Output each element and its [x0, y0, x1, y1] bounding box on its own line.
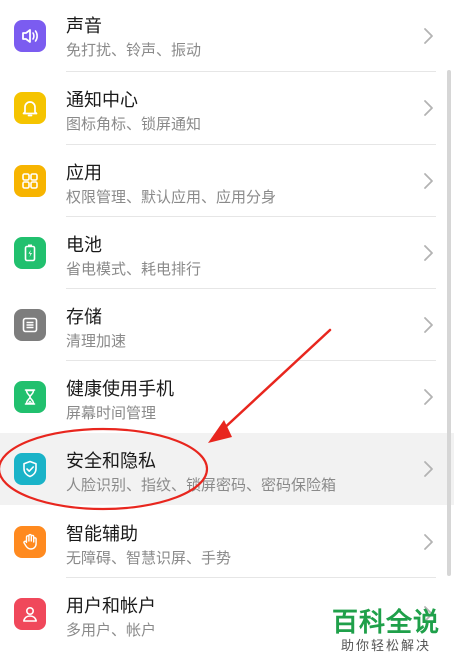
- accessibility-subtitle: 无障碍、智慧识屏、手势: [66, 549, 232, 567]
- watermark-title: 百科全说: [331, 608, 440, 638]
- storage-icon: [14, 309, 46, 341]
- battery-title: 电池: [66, 235, 102, 256]
- notifications-subtitle: 图标角标、锁屏通知: [66, 115, 202, 133]
- accounts-title: 用户和帐户: [66, 596, 156, 617]
- sound-title: 声音: [66, 16, 102, 37]
- notifications-title: 通知中心: [66, 90, 138, 111]
- apps-subtitle: 权限管理、默认应用、应用分身: [66, 188, 277, 206]
- digital-balance-subtitle: 屏幕时间管理: [66, 404, 157, 422]
- watermark: 百科全说 助你轻松解决: [332, 608, 440, 656]
- sound-icon: [14, 20, 46, 52]
- security-subtitle: 人脸识别、指纹、锁屏密码、密码保险箱: [66, 476, 337, 494]
- accounts-subtitle: 多用户、帐户: [66, 621, 157, 639]
- digital-balance-title: 健康使用手机: [66, 379, 174, 400]
- chevron-right-icon: [424, 100, 433, 116]
- sound-subtitle: 免打扰、铃声、振动: [66, 41, 202, 59]
- battery-subtitle: 省电模式、耗电排行: [66, 260, 202, 278]
- storage-title: 存储: [66, 307, 102, 328]
- chevron-right-icon: [424, 245, 433, 261]
- settings-item-notifications[interactable]: 通知中心 图标角标、锁屏通知: [0, 72, 454, 144]
- security-title: 安全和隐私: [66, 451, 156, 472]
- chevron-right-icon: [424, 173, 433, 189]
- chevron-right-icon: [424, 534, 433, 550]
- chevron-right-icon: [424, 389, 433, 405]
- scrollbar[interactable]: [447, 70, 451, 576]
- chevron-right-icon: [424, 28, 433, 44]
- bell-icon: [14, 92, 46, 124]
- hand-icon: [14, 526, 46, 558]
- settings-item-accessibility[interactable]: 智能辅助 无障碍、智慧识屏、手势: [0, 506, 454, 578]
- chevron-right-icon: [424, 461, 433, 477]
- storage-subtitle: 清理加速: [66, 332, 127, 350]
- apps-title: 应用: [66, 163, 102, 184]
- settings-item-digital-balance[interactable]: 健康使用手机 屏幕时间管理: [0, 361, 454, 433]
- battery-icon: [14, 237, 46, 269]
- settings-item-apps[interactable]: 应用 权限管理、默认应用、应用分身: [0, 145, 454, 217]
- settings-item-sound[interactable]: 声音 免打扰、铃声、振动: [0, 0, 454, 72]
- settings-item-security[interactable]: 安全和隐私 人脸识别、指纹、锁屏密码、密码保险箱: [0, 433, 454, 505]
- hourglass-icon: [14, 381, 46, 413]
- apps-grid-icon: [14, 165, 46, 197]
- settings-item-battery[interactable]: 电池 省电模式、耗电排行: [0, 217, 454, 289]
- accessibility-title: 智能辅助: [66, 524, 138, 545]
- shield-icon: [14, 453, 46, 485]
- chevron-right-icon: [424, 317, 433, 333]
- watermark-subtitle: 助你轻松解决: [340, 639, 431, 654]
- user-icon: [14, 598, 46, 630]
- settings-item-storage[interactable]: 存储 清理加速: [0, 289, 454, 361]
